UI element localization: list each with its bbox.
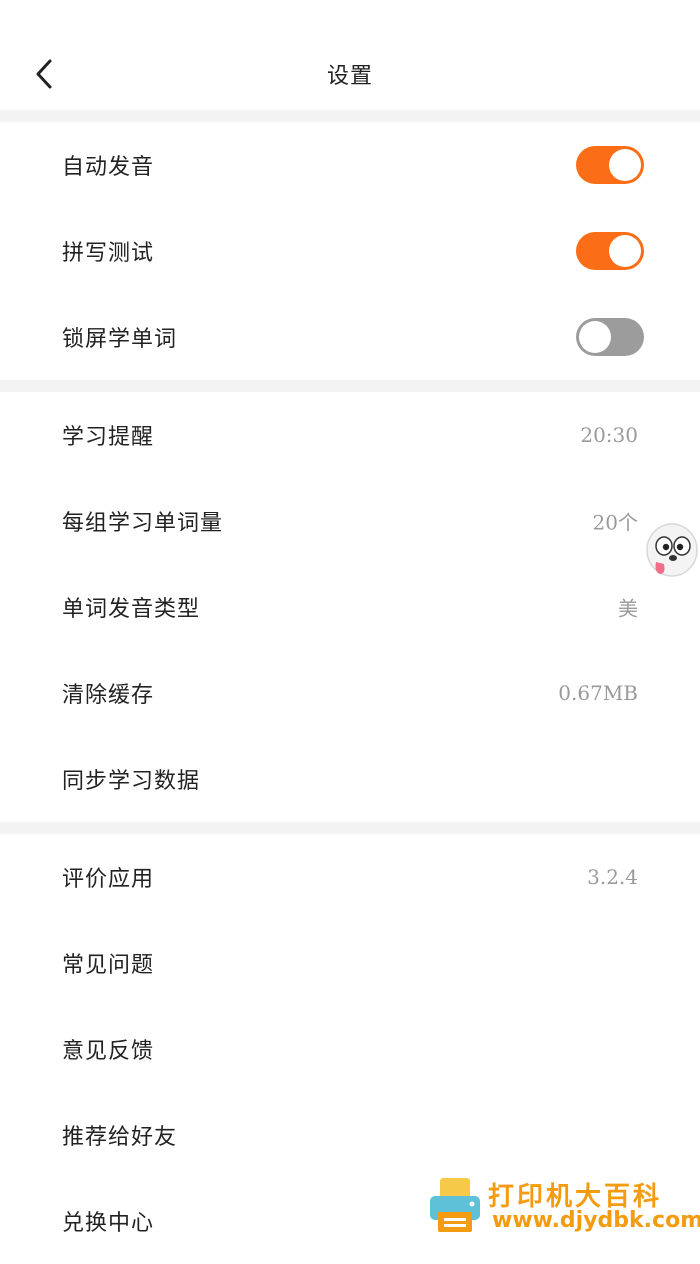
toggle-knob [609, 149, 641, 181]
lockscreen-words-toggle[interactable] [576, 318, 644, 356]
setting-row-faq[interactable]: 常见问题 [0, 920, 700, 1006]
setting-value: 0.67MB [558, 681, 638, 705]
setting-row-feedback[interactable]: 意见反馈 [0, 1006, 700, 1092]
spelling-test-toggle[interactable] [576, 232, 644, 270]
section-divider [0, 822, 700, 834]
setting-row-rate-app[interactable]: 评价应用 3.2.4 [0, 834, 700, 920]
setting-label: 评价应用 [62, 867, 155, 892]
setting-label: 拼写测试 [62, 241, 155, 266]
dog-face-icon [646, 523, 698, 577]
setting-row-lockscreen-words: 锁屏学单词 [0, 294, 700, 380]
watermark-url: www.djydbk.com [492, 1208, 700, 1233]
setting-row-spelling-test: 拼写测试 [0, 208, 700, 294]
setting-row-words-per-group[interactable]: 每组学习单词量 20个 [0, 478, 700, 564]
site-watermark: 打印机大百科 www.djydbk.com [426, 1174, 700, 1238]
setting-row-recommend[interactable]: 推荐给好友 [0, 1092, 700, 1178]
auto-pronounce-toggle[interactable] [576, 146, 644, 184]
setting-label: 学习提醒 [62, 425, 155, 450]
floating-mascot-button[interactable] [638, 514, 698, 582]
section-divider [0, 110, 700, 122]
toggle-knob [609, 235, 641, 267]
setting-row-study-reminder[interactable]: 学习提醒 20:30 [0, 392, 700, 478]
app-version: 3.2.4 [587, 865, 638, 889]
setting-label: 同步学习数据 [62, 769, 201, 794]
setting-value: 20:30 [580, 423, 638, 447]
printer-logo-icon [430, 1178, 480, 1232]
setting-row-sync-data[interactable]: 同步学习数据 [0, 736, 700, 822]
study-settings-section: 学习提醒 20:30 每组学习单词量 20个 单词发音类型 美 清除缓存 0.6… [0, 392, 700, 822]
setting-row-clear-cache[interactable]: 清除缓存 0.67MB [0, 650, 700, 736]
setting-row-auto-pronounce: 自动发音 [0, 122, 700, 208]
setting-label: 常见问题 [62, 953, 155, 978]
setting-label: 自动发音 [62, 155, 155, 180]
top-bar: 设置 [0, 0, 700, 110]
toggle-section: 自动发音 拼写测试 锁屏学单词 [0, 122, 700, 380]
page-title: 设置 [326, 64, 373, 89]
setting-label: 兑换中心 [62, 1211, 155, 1236]
setting-label: 单词发音类型 [62, 597, 201, 622]
setting-label: 每组学习单词量 [62, 511, 224, 536]
setting-value: 美 [618, 596, 638, 621]
setting-label: 锁屏学单词 [62, 327, 178, 352]
setting-label: 意见反馈 [62, 1039, 155, 1064]
setting-row-pronunciation-type[interactable]: 单词发音类型 美 [0, 564, 700, 650]
setting-label: 清除缓存 [62, 683, 155, 708]
toggle-knob [579, 321, 611, 353]
setting-label: 推荐给好友 [62, 1125, 178, 1150]
section-divider [0, 380, 700, 392]
setting-value: 20个 [592, 510, 638, 535]
